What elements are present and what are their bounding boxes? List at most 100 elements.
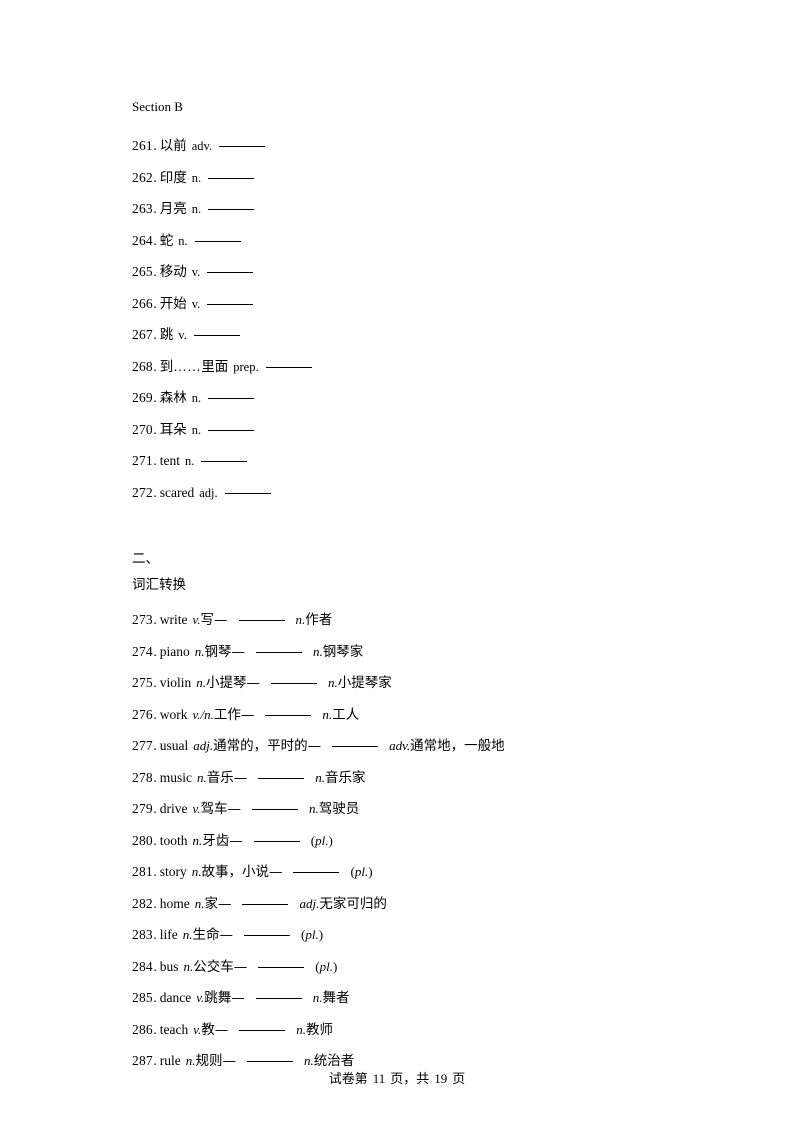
source-gloss: 工作 xyxy=(213,706,241,723)
item-term: 蛇 xyxy=(159,232,174,249)
item-number: 273 xyxy=(132,612,153,627)
item-term: 耳朵 xyxy=(159,421,187,438)
source-gloss: 规则 xyxy=(195,1053,223,1069)
item-number: 277 xyxy=(132,738,153,753)
item-number-dot: . xyxy=(153,990,157,1005)
conversion-answer-blank[interactable] xyxy=(255,651,302,653)
item-part-of-speech: n. xyxy=(191,170,202,185)
item-term-ellipsis: …… xyxy=(173,358,202,374)
conversion-answer-blank[interactable] xyxy=(242,903,289,905)
item-term: 开始 xyxy=(159,295,187,312)
item-number-dot: . xyxy=(153,1021,157,1037)
item-number-dot: . xyxy=(153,927,157,942)
item-number: 280 xyxy=(132,832,153,848)
conversion-item: 282. home n.家— adj.无家可归的 xyxy=(132,888,692,920)
vocab-answer-blank[interactable] xyxy=(219,146,266,147)
item-term: 移动 xyxy=(159,264,187,280)
item-number-dot: . xyxy=(153,138,157,153)
conversion-answer-blank[interactable] xyxy=(258,966,305,968)
item-number-dot: . xyxy=(153,295,157,311)
answer-gloss: 作者 xyxy=(305,612,333,628)
plural-marker: pl. xyxy=(315,832,329,848)
item-part-of-speech: n. xyxy=(191,391,202,405)
answer-part-of-speech: adj. xyxy=(299,895,320,911)
conversion-answer-blank[interactable] xyxy=(258,777,305,779)
item-number: 272 xyxy=(132,484,153,500)
conversion-dash: — xyxy=(233,769,248,786)
item-part-of-speech: v. xyxy=(191,296,201,311)
item-term: 森林 xyxy=(159,390,187,406)
item-number-dot: . xyxy=(153,1053,157,1068)
source-word: story xyxy=(159,864,187,879)
conversion-answer-blank[interactable] xyxy=(239,1029,286,1031)
vocab-answer-blank[interactable] xyxy=(265,366,312,368)
conversion-answer-blank[interactable] xyxy=(271,683,317,684)
source-gloss: 驾车 xyxy=(200,801,228,817)
item-number-dot: . xyxy=(153,675,157,690)
vocab-answer-blank[interactable] xyxy=(193,335,240,336)
item-number: 286 xyxy=(132,1021,153,1037)
source-word: usual xyxy=(159,738,189,753)
item-number-dot: . xyxy=(153,864,157,879)
vocab-item: 266. 开始 v. xyxy=(132,288,692,320)
item-term: 跳 xyxy=(159,327,174,343)
conversion-dash: — xyxy=(217,895,232,912)
answer-gloss: 教师 xyxy=(306,1021,334,1038)
conversion-answer-blank[interactable] xyxy=(243,935,290,936)
conversion-answer-blank[interactable] xyxy=(252,809,299,810)
conversion-answer-blank[interactable] xyxy=(265,714,312,716)
source-word: violin xyxy=(159,675,192,690)
item-number-dot: . xyxy=(153,232,157,248)
source-word: life xyxy=(159,927,178,942)
source-part-of-speech: adj. xyxy=(193,738,214,753)
answer-gloss: 统治者 xyxy=(313,1053,355,1069)
vocab-item: 270. 耳朵 n. xyxy=(132,414,692,446)
conversion-answer-blank[interactable] xyxy=(238,620,285,621)
item-number: 262 xyxy=(132,169,153,185)
conversion-item: 274. piano n.钢琴— n.钢琴家 xyxy=(132,636,692,668)
conversion-answer-blank[interactable] xyxy=(255,998,302,999)
source-gloss: 写 xyxy=(200,612,215,628)
footer-total-pages: 19 xyxy=(434,1071,448,1086)
item-part-of-speech: n. xyxy=(178,233,188,248)
item-number: 275 xyxy=(132,675,153,690)
source-part-of-speech: n. xyxy=(183,958,194,974)
part-two-subheading: 词汇转换 xyxy=(132,577,186,593)
item-number: 267 xyxy=(132,327,153,342)
item-number-dot: . xyxy=(153,769,157,785)
item-term: 以前 xyxy=(159,138,187,154)
answer-part-of-speech: adv. xyxy=(389,738,411,753)
conversion-answer-blank[interactable] xyxy=(246,1061,293,1062)
item-number: 265 xyxy=(132,264,153,279)
vocab-answer-blank[interactable] xyxy=(208,429,255,431)
vocab-answer-blank[interactable] xyxy=(208,398,255,399)
vocab-answer-blank[interactable] xyxy=(207,272,254,273)
source-gloss: 音乐 xyxy=(206,769,234,786)
conversion-answer-blank[interactable] xyxy=(253,840,300,842)
plural-paren-close: ) xyxy=(368,864,373,879)
vocab-answer-blank[interactable] xyxy=(208,177,255,179)
vocab-answer-blank[interactable] xyxy=(207,303,254,305)
item-number: 282 xyxy=(132,895,153,911)
conversion-dash: — xyxy=(222,1053,236,1069)
item-number-dot: . xyxy=(153,390,157,405)
answer-part-of-speech: n. xyxy=(312,643,323,659)
vocab-answer-blank[interactable] xyxy=(208,209,255,210)
vocab-answer-blank[interactable] xyxy=(194,240,241,242)
source-part-of-speech: v. xyxy=(192,801,201,816)
vocab-answer-blank[interactable] xyxy=(201,461,248,462)
conversion-answer-blank[interactable] xyxy=(293,872,340,873)
item-number: 269 xyxy=(132,390,153,405)
item-term: 到 xyxy=(159,358,174,375)
source-part-of-speech: v. xyxy=(192,612,201,627)
answer-part-of-speech: n. xyxy=(309,801,319,816)
vocab-answer-blank[interactable] xyxy=(224,492,271,494)
conversion-answer-blank[interactable] xyxy=(332,746,379,747)
source-word: piano xyxy=(159,643,190,659)
source-word: drive xyxy=(159,801,188,816)
page-content: Section B 261. 以前 adv. 262. 印度 n. 263. 月亮 n. 264.… xyxy=(132,97,692,1077)
conversion-dash: — xyxy=(233,958,248,975)
vocabulary-list: 261. 以前 adv. 262. 印度 n. 263. 月亮 n. 264. 蛇 n. 265. 移动 v… xyxy=(132,130,692,508)
answer-part-of-speech: n. xyxy=(312,990,323,1005)
item-number: 287 xyxy=(132,1053,153,1068)
